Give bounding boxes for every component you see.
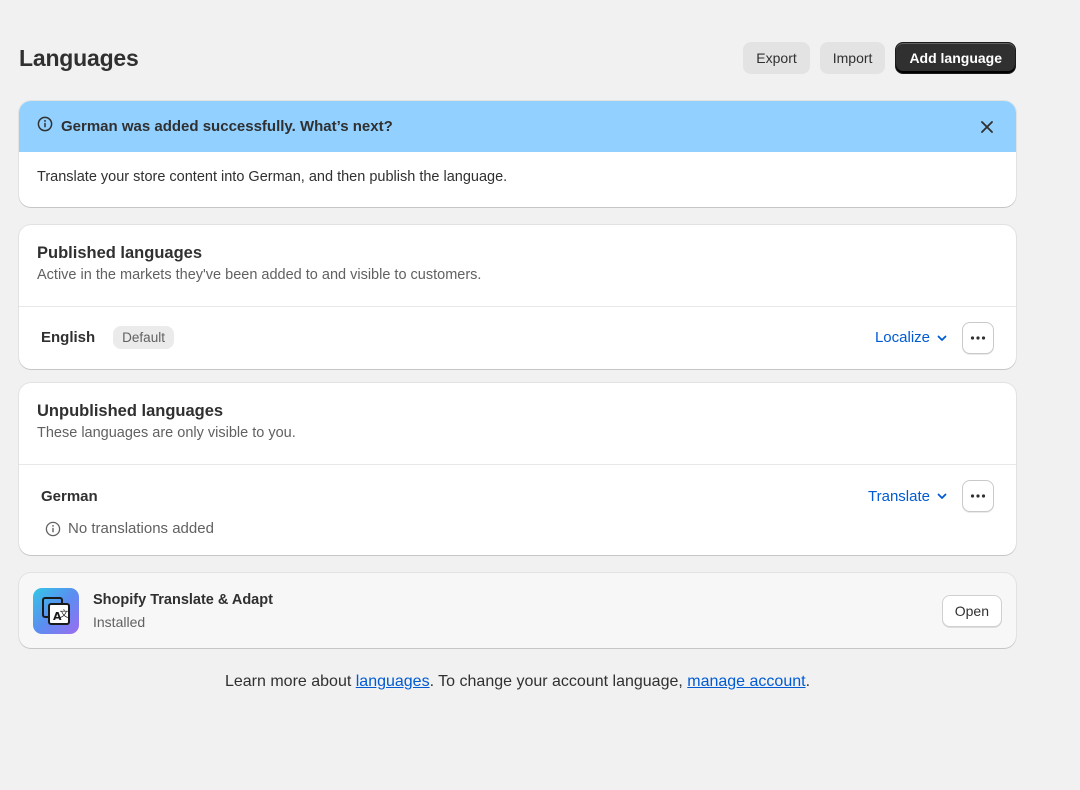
ellipsis-icon [970, 335, 986, 340]
translate-app-card: A 文 Shopify Translate & Adapt Installed … [19, 573, 1016, 648]
export-button[interactable]: Export [743, 42, 810, 74]
header-actions: Export Import Add language [743, 42, 1016, 74]
close-icon[interactable] [976, 116, 998, 138]
unpublished-languages-card: Unpublished languages These languages ar… [19, 383, 1016, 555]
status-text: No translations added [68, 520, 214, 537]
page-header: Languages Export Import Add language [19, 42, 1016, 74]
chevron-down-icon [937, 493, 947, 499]
section-description: These languages are only visible to you. [37, 425, 296, 441]
svg-text:文: 文 [60, 608, 69, 620]
footer-help-text: Learn more about languages. To change yo… [224, 673, 811, 690]
language-name: German [41, 488, 98, 505]
app-name: Shopify Translate & Adapt [93, 591, 273, 608]
section-description: Active in the markets they've been added… [37, 267, 482, 283]
section-title: Published languages [37, 244, 203, 262]
more-actions-button[interactable] [962, 321, 994, 354]
translate-dropdown[interactable]: Translate [868, 488, 948, 505]
published-languages-card: Published languages Active in the market… [19, 225, 1016, 369]
language-row-german: German Translate No translations added [19, 465, 1016, 537]
more-actions-button[interactable] [962, 480, 994, 512]
banner-body: Translate your store content into German… [37, 169, 508, 185]
section-title: Unpublished languages [37, 402, 224, 420]
localize-dropdown[interactable]: Localize [875, 329, 948, 346]
language-name: English [41, 329, 96, 346]
translation-status: No translations added [45, 520, 214, 537]
languages-page: Languages Export Import Add language Ger… [0, 0, 1080, 790]
language-row-english: English Default Localize [19, 307, 1016, 368]
ellipsis-icon [970, 494, 986, 498]
open-app-button[interactable]: Open [941, 594, 1002, 627]
default-badge: Default [113, 326, 174, 349]
banner-header: German was added successfully. What’s ne… [19, 101, 1016, 152]
app-status: Installed [93, 613, 146, 630]
banner-title: German was added successfully. What’s ne… [61, 118, 393, 135]
import-button[interactable]: Import [819, 42, 886, 74]
localize-label: Localize [874, 329, 930, 346]
add-language-button[interactable]: Add language [895, 42, 1016, 74]
translate-label: Translate [868, 487, 930, 505]
translate-app-icon: A 文 [33, 587, 79, 634]
chevron-down-icon [937, 335, 947, 341]
info-icon [37, 116, 53, 137]
manage-account-link[interactable]: manage account [687, 673, 805, 690]
page-title: Languages [19, 44, 139, 71]
info-icon [45, 521, 61, 536]
languages-link[interactable]: languages [356, 673, 430, 690]
success-banner: German was added successfully. What’s ne… [19, 101, 1016, 207]
